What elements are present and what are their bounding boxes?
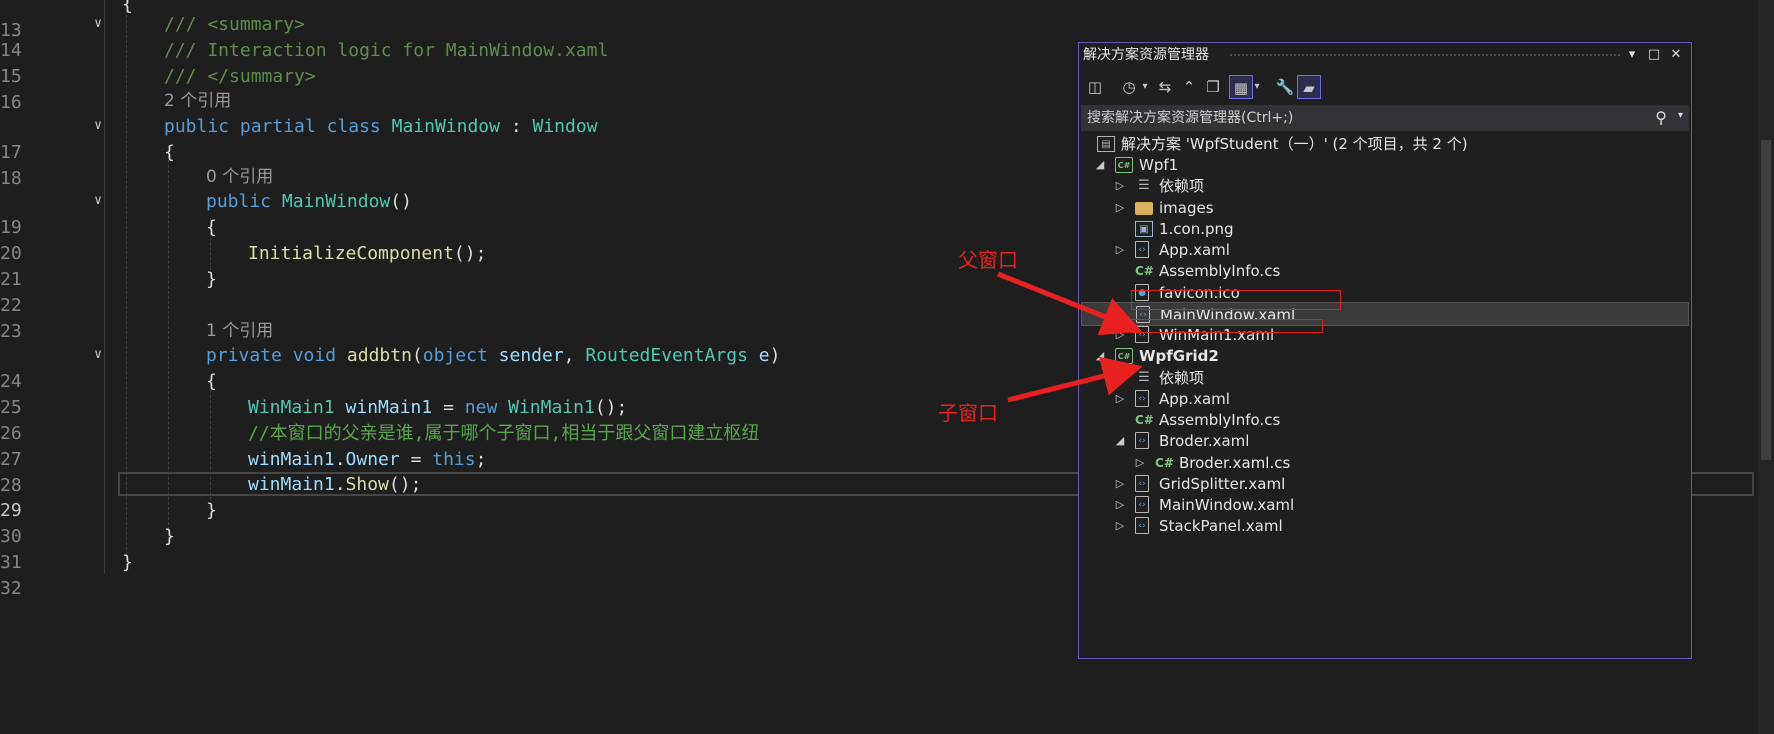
annotation-arrows	[997, 271, 1143, 403]
arrow-to-parent	[997, 271, 1142, 336]
arrow-to-child	[1007, 356, 1143, 403]
